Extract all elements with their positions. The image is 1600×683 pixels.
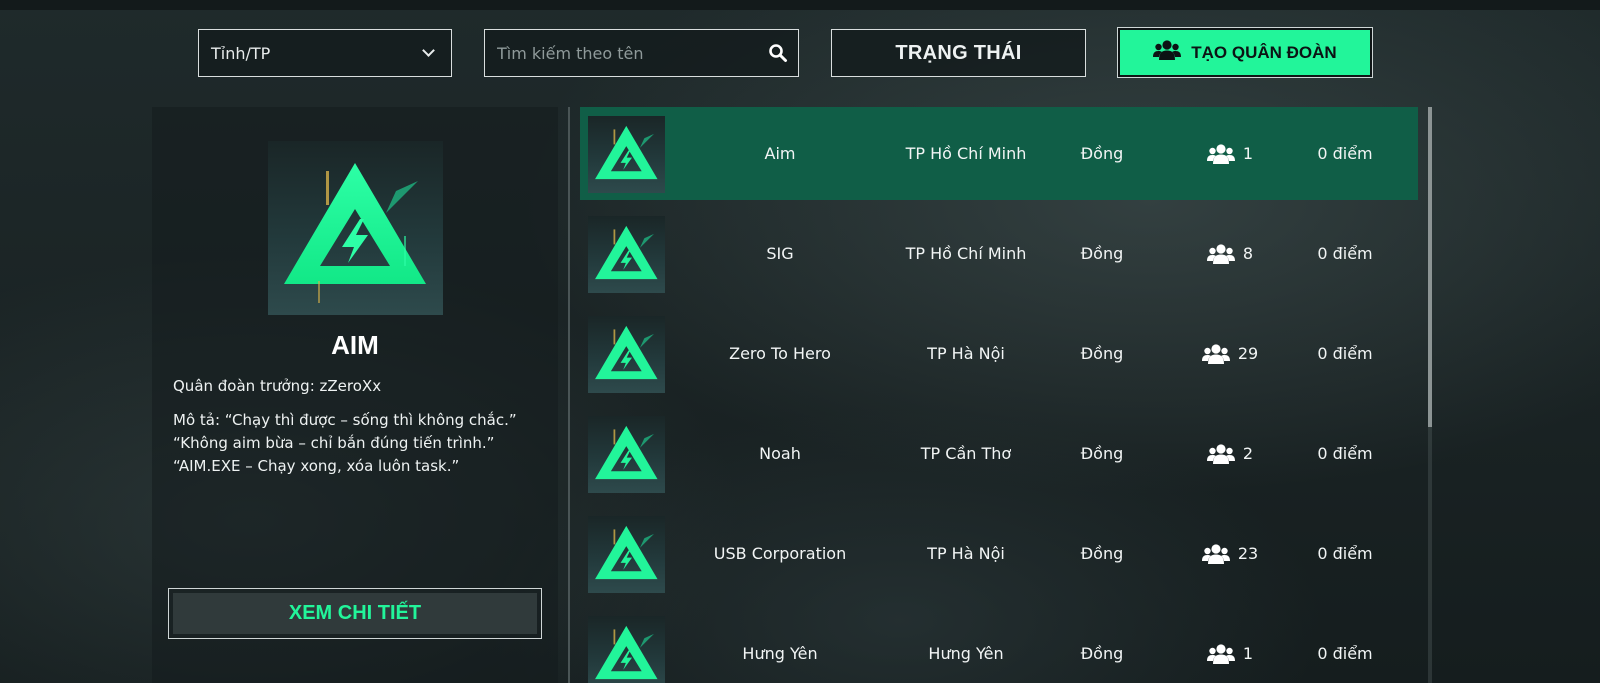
clan-row-logo xyxy=(588,316,665,393)
users-icon xyxy=(1206,643,1235,665)
clan-row-logo xyxy=(588,116,665,193)
clan-row-points: 0 điểm xyxy=(1317,144,1373,163)
status-button[interactable]: TRẠNG THÁI xyxy=(831,29,1086,77)
clan-row-members: 23 xyxy=(1180,507,1280,600)
clan-description: Mô tả: “Chạy thì được – sống thì không c… xyxy=(173,409,553,478)
clan-row-member-count: 2 xyxy=(1242,444,1254,463)
create-clan-button[interactable]: TẠO QUÂN ĐOÀN xyxy=(1117,27,1373,78)
clan-row[interactable]: Noah TP Cần Thơ Đồng 2 0 điểm xyxy=(580,407,1418,500)
clan-row-rank: Đồng xyxy=(1080,244,1124,263)
clan-name: AIM xyxy=(331,330,379,360)
clan-row-members: 1 xyxy=(1180,107,1280,200)
clan-row-city: TP Hà Nội xyxy=(927,344,1005,363)
clan-logo xyxy=(268,141,443,315)
clan-row-points: 0 điểm xyxy=(1317,544,1373,563)
clan-row-name: SIG xyxy=(766,244,794,263)
province-select[interactable]: Tỉnh/TP xyxy=(198,29,452,77)
clan-row-city: TP Cần Thơ xyxy=(920,444,1012,463)
search-icon[interactable] xyxy=(768,43,788,63)
clan-row-members: 2 xyxy=(1180,407,1280,500)
clan-row-logo xyxy=(588,516,665,593)
clan-leader: Quân đoàn trưởng: zZeroXx xyxy=(173,377,382,395)
view-detail-button[interactable]: XEM CHI TIẾT xyxy=(168,588,542,639)
search-field[interactable] xyxy=(484,29,799,77)
clan-row-points: 0 điểm xyxy=(1317,444,1373,463)
clan-row-city: TP Hà Nội xyxy=(927,544,1005,563)
clan-row-rank: Đồng xyxy=(1080,544,1124,563)
clan-row-logo xyxy=(588,416,665,493)
users-icon xyxy=(1206,243,1235,265)
clan-row-member-count: 1 xyxy=(1242,644,1254,663)
clan-list: Aim TP Hồ Chí Minh Đồng 1 0 điểm SIG TP Hồ Chí… xyxy=(580,107,1418,683)
users-icon xyxy=(1201,343,1230,365)
clan-row-member-count: 1 xyxy=(1242,144,1254,163)
clan-row-points: 0 điểm xyxy=(1317,344,1373,363)
clan-row[interactable]: USB Corporation TP Hà Nội Đồng 23 0 điểm xyxy=(580,507,1418,600)
clan-row-name: Hưng Yên xyxy=(742,644,818,663)
clan-row-rank: Đồng xyxy=(1080,644,1124,663)
clan-row-points: 0 điểm xyxy=(1317,644,1373,663)
clan-row-city: TP Hồ Chí Minh xyxy=(905,144,1027,163)
scrollbar-thumb[interactable] xyxy=(1428,107,1432,427)
description-line: Mô tả: “Chạy thì được – sống thì không c… xyxy=(173,411,517,429)
panel-divider xyxy=(568,107,570,683)
clan-row-points: 0 điểm xyxy=(1317,244,1373,263)
clan-row-members: 8 xyxy=(1180,207,1280,300)
view-detail-label: XEM CHI TIẾT xyxy=(173,593,537,634)
clan-row-member-count: 23 xyxy=(1237,544,1259,563)
clan-row-rank: Đồng xyxy=(1080,444,1124,463)
chevron-down-icon xyxy=(422,44,435,57)
clan-row-name: Zero To Hero xyxy=(729,344,831,363)
clan-row-city: TP Hồ Chí Minh xyxy=(905,244,1027,263)
clan-row-logo xyxy=(588,216,665,293)
description-line: “Không aim bừa – chỉ bắn đúng tiến trình… xyxy=(173,434,495,452)
users-icon xyxy=(1153,39,1182,66)
clan-row-name: Noah xyxy=(759,444,801,463)
clan-row[interactable]: Hưng Yên Hưng Yên Đồng 1 0 điểm xyxy=(580,607,1418,683)
clan-row-members: 1 xyxy=(1180,607,1280,683)
clan-detail-panel: AIM Quân đoàn trưởng: zZeroXx Mô tả: “Ch… xyxy=(152,107,558,683)
clan-row-rank: Đồng xyxy=(1080,144,1124,163)
description-line: “AIM.EXE – Chạy xong, xóa luôn task.” xyxy=(173,457,460,475)
search-input[interactable] xyxy=(497,43,768,63)
clan-row[interactable]: SIG TP Hồ Chí Minh Đồng 8 0 điểm xyxy=(580,207,1418,300)
create-clan-label: TẠO QUÂN ĐOÀN xyxy=(1191,42,1337,62)
users-icon xyxy=(1206,143,1235,165)
clan-row[interactable]: Zero To Hero TP Hà Nội Đồng 29 0 điểm xyxy=(580,307,1418,400)
clan-row-name: USB Corporation xyxy=(713,544,847,563)
province-select-label: Tỉnh/TP xyxy=(211,43,271,63)
clan-row-member-count: 29 xyxy=(1237,344,1259,363)
users-icon xyxy=(1201,543,1230,565)
clan-row-city: Hưng Yên xyxy=(928,644,1004,663)
clan-row-logo xyxy=(588,616,665,683)
clan-row-member-count: 8 xyxy=(1242,244,1254,263)
clan-row-rank: Đồng xyxy=(1080,344,1124,363)
clan-row[interactable]: Aim TP Hồ Chí Minh Đồng 1 0 điểm xyxy=(580,107,1418,200)
clan-row-name: Aim xyxy=(764,144,796,163)
top-strip xyxy=(0,0,1600,10)
users-icon xyxy=(1206,443,1235,465)
clan-row-members: 29 xyxy=(1180,307,1280,400)
